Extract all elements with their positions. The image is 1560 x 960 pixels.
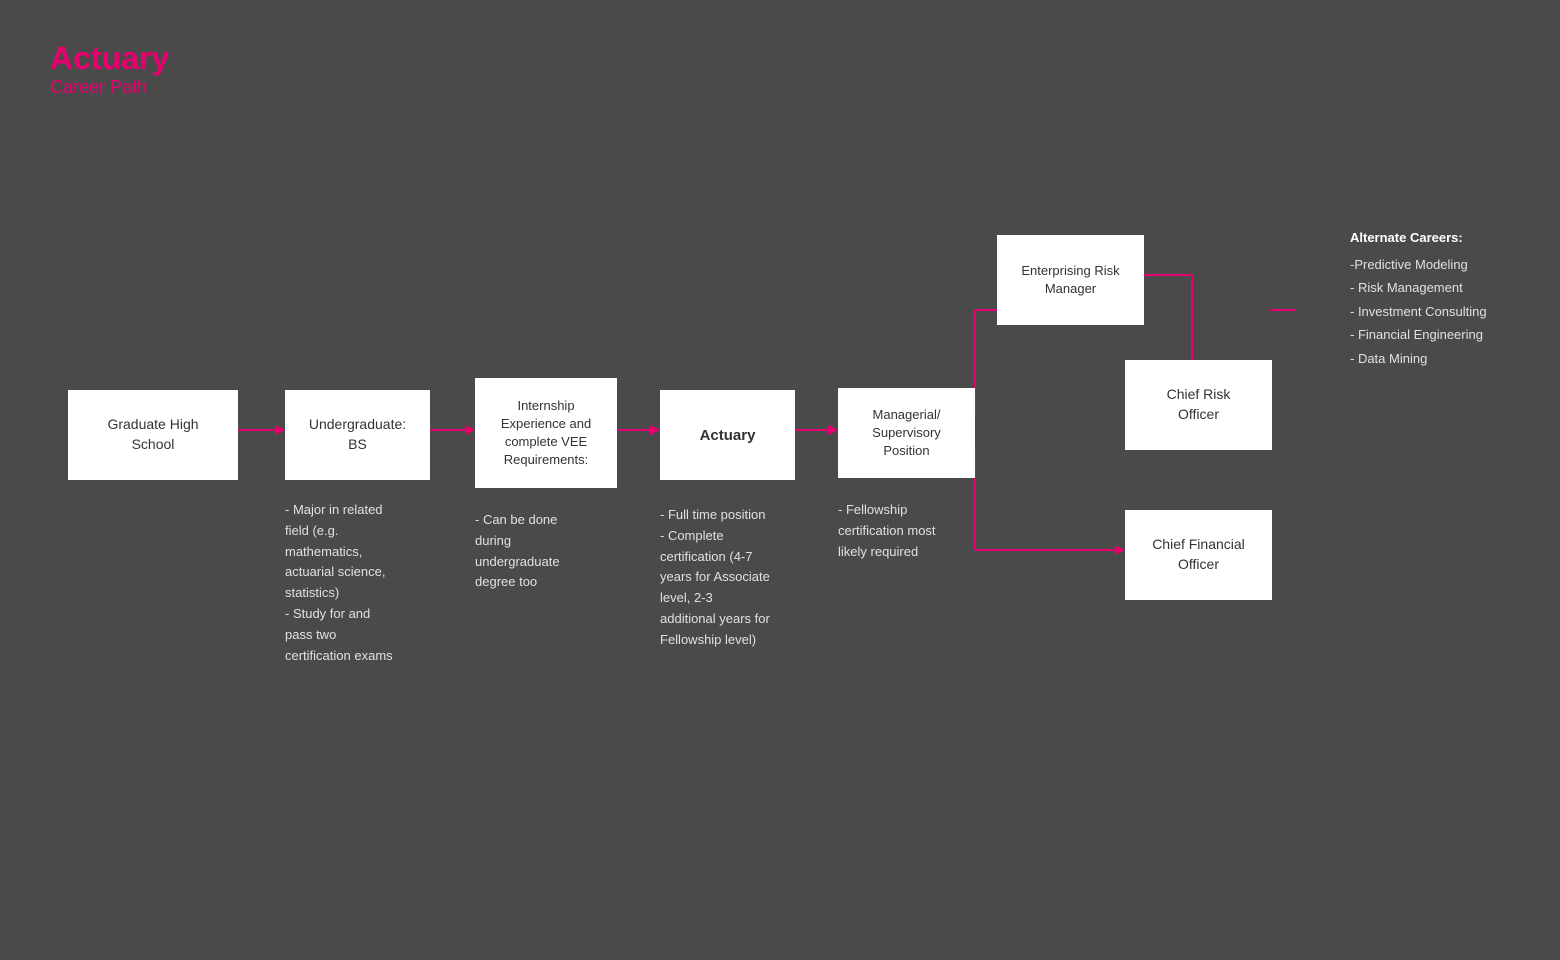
- header: Actuary Career Path: [50, 40, 169, 98]
- list-item: - Investment Consulting: [1350, 300, 1535, 323]
- arrows-svg: [0, 0, 1560, 960]
- list-item: - Risk Management: [1350, 276, 1535, 299]
- chief-risk-node: Chief Risk Officer: [1125, 360, 1272, 450]
- internship-label: Internship Experience and complete VEE R…: [501, 397, 591, 470]
- list-item: -Predictive Modeling: [1350, 253, 1535, 276]
- actuary-label: Actuary: [700, 425, 756, 446]
- managerial-notes: - Fellowship certification most likely r…: [838, 500, 988, 562]
- undergraduate-notes: - Major in related field (e.g. mathemati…: [285, 500, 445, 666]
- chief-financial-label: Chief Financial Officer: [1152, 535, 1245, 574]
- chief-financial-node: Chief Financial Officer: [1125, 510, 1272, 600]
- page-title: Actuary: [50, 40, 169, 77]
- undergraduate-node: Undergraduate: BS: [285, 390, 430, 480]
- managerial-node: Managerial/ Supervisory Position: [838, 388, 975, 478]
- graduate-hs-node: Graduate High School: [68, 390, 238, 480]
- alternate-careers-list: -Predictive Modeling- Risk Management- I…: [1350, 253, 1535, 370]
- enterprising-node: Enterprising Risk Manager: [997, 235, 1144, 325]
- internship-notes: - Can be done during undergraduate degre…: [475, 510, 620, 593]
- list-item: - Data Mining: [1350, 347, 1535, 370]
- managerial-label: Managerial/ Supervisory Position: [872, 406, 941, 461]
- enterprising-label: Enterprising Risk Manager: [1021, 262, 1119, 298]
- list-item: - Financial Engineering: [1350, 323, 1535, 346]
- graduate-hs-label: Graduate High School: [107, 415, 198, 454]
- alternate-careers-section: Alternate Careers: -Predictive Modeling-…: [1350, 230, 1535, 370]
- internship-node: Internship Experience and complete VEE R…: [475, 378, 617, 488]
- page-subtitle: Career Path: [50, 77, 169, 98]
- actuary-notes: - Full time position - Complete certific…: [660, 505, 825, 651]
- undergraduate-label: Undergraduate: BS: [309, 415, 406, 454]
- actuary-node: Actuary: [660, 390, 795, 480]
- alternate-careers-title: Alternate Careers:: [1350, 230, 1535, 245]
- chief-risk-label: Chief Risk Officer: [1167, 385, 1231, 424]
